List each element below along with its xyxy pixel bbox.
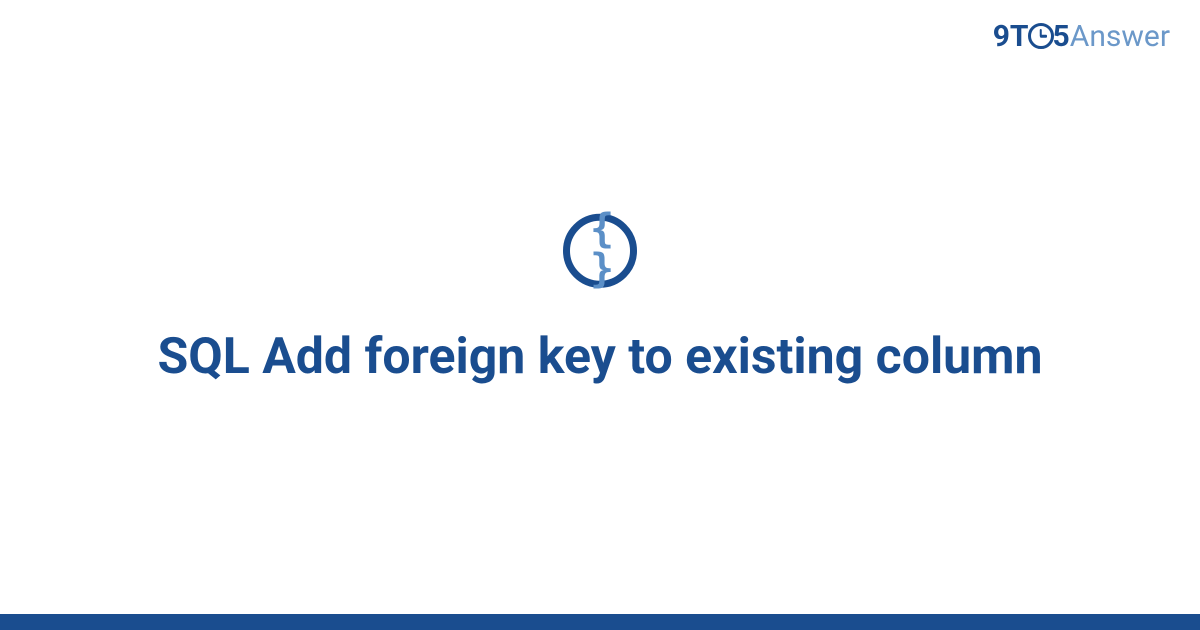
page-title: SQL Add foreign key to existing column xyxy=(0,326,1200,389)
brand-part-answer: Answer xyxy=(1070,19,1170,54)
clock-icon xyxy=(1028,23,1054,49)
main-content: { } SQL Add foreign key to existing colu… xyxy=(0,214,1200,389)
brand-part-9t: 9T xyxy=(993,19,1029,54)
brand-logo: 9T 5Answer xyxy=(993,22,1170,52)
brand-part-5: 5 xyxy=(1053,19,1070,54)
code-braces-glyph: { } xyxy=(570,209,630,289)
code-braces-icon: { } xyxy=(563,214,637,288)
footer-bar xyxy=(0,614,1200,630)
